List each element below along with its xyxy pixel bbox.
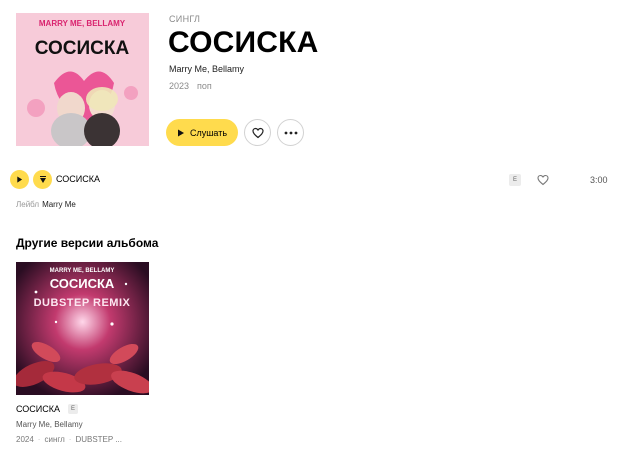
version-artists[interactable]: Marry Me, Bellamy [16,420,83,429]
chevron-down-icon [39,175,46,183]
album-meta: 2023 поп [169,81,212,91]
other-versions-title: Другие версии альбома [16,236,159,250]
like-button[interactable] [244,119,271,146]
listen-button-label: Слушать [189,127,228,138]
more-button[interactable] [277,119,304,146]
version-cover-subtitle-text: DUBSTEP REMIX [34,297,131,309]
version-title-row: СОСИСКА E [16,404,79,414]
play-icon [17,176,23,183]
album-cover-art: MARRY ME, BELLAMY СОСИСКА [16,13,149,146]
album-genre[interactable]: поп [197,81,212,91]
track-like-button[interactable] [535,172,551,188]
album-cover: MARRY ME, BELLAMY СОСИСКА [16,13,149,146]
album-artists[interactable]: Marry Me, Bellamy [169,64,244,74]
separator-dot-icon: · [68,435,72,444]
label-prefix: Лейбл [16,200,40,209]
play-icon [177,129,184,136]
version-explicit-badge: E [68,404,79,414]
ellipsis-icon [284,131,297,134]
version-cover-art: MARRY ME, BELLAMY СОСИСКА DUBSTEP REMIX [16,262,149,395]
label-line: Лейбл Marry Me [16,200,76,209]
explicit-badge: E [509,174,521,186]
album-year: 2023 [169,81,190,91]
version-cover[interactable]: MARRY ME, BELLAMY СОСИСКА DUBSTEP REMIX [16,262,149,395]
version-cover-band-text: MARRY ME, BELLAMY [50,268,115,274]
version-title[interactable]: СОСИСКА [16,404,60,414]
version-meta: 2024 · сингл · DUBSTEP ... [16,435,122,444]
version-cover-title-text: СОСИСКА [50,276,115,291]
track-row[interactable]: СОСИСКА E 3:00 [8,168,624,190]
heart-icon [251,127,264,138]
album-title: СОСИСКА [168,26,319,59]
separator-dot-icon: · [37,435,41,444]
heart-icon [537,174,549,186]
version-genre[interactable]: DUBSTEP ... [75,435,122,444]
label-value[interactable]: Marry Me [42,200,76,209]
cover-title-text: СОСИСКА [35,38,130,59]
version-year: 2024 [16,435,34,444]
track-title[interactable]: СОСИСКА [56,174,100,184]
track-play-button[interactable] [10,170,29,189]
version-type: сингл [44,435,65,444]
listen-button[interactable]: Слушать [166,119,238,146]
track-duration: 3:00 [590,175,608,185]
track-wave-button[interactable] [33,170,52,189]
cover-band-text: MARRY ME, BELLAMY [39,19,126,28]
album-type-label: СИНГЛ [169,14,201,24]
